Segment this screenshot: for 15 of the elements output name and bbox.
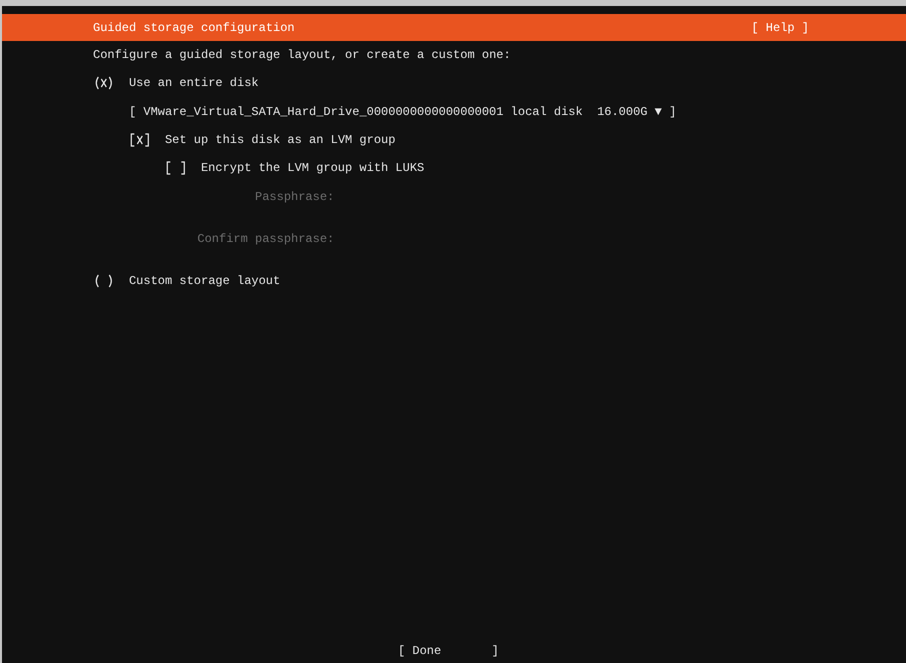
field-label: Passphrase: — [254, 190, 334, 204]
instruction-text: Configure a guided storage layout, or create a custom one: — [93, 48, 511, 62]
help-button[interactable]: [ Help ] — [751, 20, 809, 34]
checkbox-label: Set up this disk as an LVM group — [164, 133, 396, 148]
checkbox-label: Encrypt the LVM group with LUKS — [200, 161, 424, 176]
field-label: Confirm passphrase: — [196, 232, 334, 246]
radio-button[interactable] — [93, 274, 115, 288]
action-button[interactable]: [ Done ] — [398, 644, 499, 659]
option-label: Use an entire disk — [128, 76, 259, 90]
checkbox[interactable] — [165, 161, 187, 176]
screen-title: Guided storage configuration — [93, 20, 295, 34]
checkbox[interactable] — [129, 133, 151, 148]
option-label: Custom storage layout — [128, 274, 280, 288]
radio-button[interactable] — [93, 76, 115, 90]
disk-dropdown[interactable]: [ VMware_Virtual_SATA_Hard_Drive_0000000000000000001 local disk 16.000G ▼ ] — [129, 104, 676, 119]
